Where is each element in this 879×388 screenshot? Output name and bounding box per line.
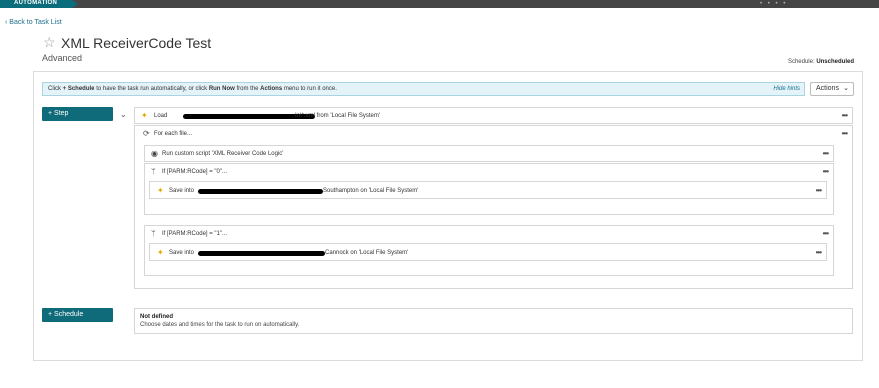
step-load-prefix: Load [154, 113, 168, 119]
step-if-1-label: If [PARM:RCode] = "1"... [162, 231, 228, 237]
schedule-status: Schedule: Unscheduled [788, 59, 854, 65]
redacted-text [198, 251, 325, 256]
arrow-up-icon: ✦ [141, 111, 148, 120]
step-save-1-prefix: Save into [169, 250, 195, 256]
hint-bold-schedule: + Schedule [62, 86, 95, 92]
step-load-more-button[interactable]: ••• [842, 111, 848, 120]
back-link-label: Back to Task List [9, 19, 62, 26]
hint-bold-run-now: Run Now [208, 86, 235, 92]
back-to-task-list-link[interactable]: ‹ Back to Task List [5, 19, 62, 26]
top-nav-bar: AUTOMATION • • • • [0, 0, 879, 8]
schedule-status-value: Unscheduled [816, 59, 854, 65]
hint-bar: Click + Schedule to have the task run au… [42, 82, 805, 96]
loop-icon: ⟳ [143, 129, 150, 138]
topbar-overflow-icons[interactable]: • • • • [760, 1, 787, 7]
step-load-suffix: In\*.xml from 'Local File System' [295, 113, 380, 119]
chevron-down-icon[interactable]: ⌄ [120, 110, 127, 119]
step-save-1-suffix: Cannock on 'Local File System' [325, 250, 409, 256]
step-save-cannock[interactable]: ✦ Save into Cannock on 'Local File Syste… [149, 243, 827, 261]
schedule-panel[interactable]: Not defined Choose dates and times for t… [134, 308, 853, 334]
actions-dropdown-button[interactable]: Actions ⌄ [810, 82, 854, 96]
step-if-0-more-button[interactable]: ••• [823, 167, 829, 176]
hint-text: to have the task run automatically, or c… [94, 86, 209, 92]
step-if-0-label: If [PARM:RCode] = "0"... [162, 169, 228, 175]
step-run-script-label: Run custom script 'XML Receiver Code Log… [162, 151, 284, 157]
actions-label: Actions [816, 85, 839, 92]
step-foreach-label: For each file... [154, 131, 193, 137]
chevron-down-icon: ⌄ [843, 85, 849, 92]
step-save-southampton[interactable]: ✦ Save into Southampton on 'Local File S… [149, 181, 827, 199]
schedule-panel-title: Not defined [140, 314, 173, 320]
step-load[interactable]: ✦ Load In\*.xml from 'Local File System'… [134, 107, 853, 124]
branch-icon: ᛘ [151, 167, 156, 176]
hide-hints-link[interactable]: Hide hints [773, 83, 800, 95]
schedule-status-label: Schedule: [787, 59, 815, 65]
step-foreach-more-button[interactable]: ••• [842, 129, 848, 138]
add-step-button[interactable]: + Step [42, 107, 113, 121]
schedule-panel-description: Choose dates and times for the task to r… [140, 322, 300, 328]
page-subtitle: Advanced [42, 53, 83, 63]
arrow-up-icon: ✦ [157, 248, 164, 257]
step-if-1-more-button[interactable]: ••• [823, 229, 829, 238]
hint-bold-actions: Actions [260, 86, 283, 92]
arrow-up-icon: ✦ [157, 186, 164, 195]
hint-text: from the [234, 86, 261, 92]
star-outline-icon[interactable]: ☆ [43, 34, 56, 51]
hint-text: menu to run it once. [282, 86, 337, 92]
step-save-0-suffix: Southampton on 'Local File System' [323, 188, 419, 194]
page-title: XML ReceiverCode Test [61, 35, 212, 51]
play-circle-icon: ◉ [151, 149, 158, 158]
branch-icon: ᛘ [151, 229, 156, 238]
step-save-1-more-button[interactable]: ••• [816, 248, 822, 257]
step-run-script-more-button[interactable]: ••• [823, 149, 829, 158]
chevron-left-icon: ‹ [5, 19, 8, 26]
hint-text: Click [48, 86, 63, 92]
add-schedule-button[interactable]: + Schedule [42, 308, 113, 322]
step-save-0-prefix: Save into [169, 188, 195, 194]
step-save-0-more-button[interactable]: ••• [816, 186, 822, 195]
redacted-text [198, 189, 323, 194]
step-run-script[interactable]: ◉ Run custom script 'XML Receiver Code L… [144, 145, 834, 162]
automation-tab[interactable]: AUTOMATION [0, 0, 78, 8]
